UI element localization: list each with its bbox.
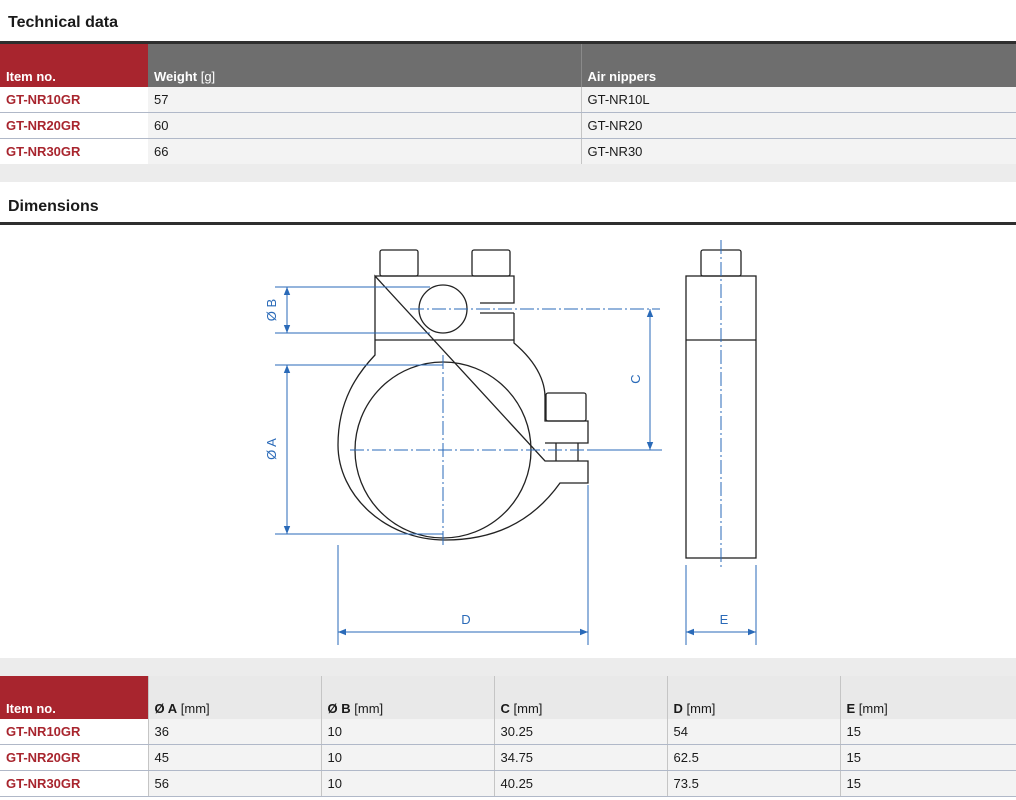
dia-b-cell: 10: [320, 744, 494, 771]
header-weight-label: Weight: [154, 69, 198, 84]
header-e: E [mm]: [839, 676, 1016, 719]
table-row: GT-NR10GR 57 GT-NR10L: [0, 87, 1016, 113]
technical-header-row: Item no. Weight [g] Air nippers: [0, 44, 1016, 87]
nippers-cell: GT-NR10L: [580, 87, 1016, 113]
dimensions-table: Item no. Ø A [mm] Ø B [mm] C [mm] D [mm]…: [0, 676, 1016, 797]
header-weight: Weight [g]: [148, 44, 581, 87]
table-row: GT-NR10GR 36 10 30.25 54 15: [0, 719, 1016, 745]
dimensions-header-row: Item no. Ø A [mm] Ø B [mm] C [mm] D [mm]…: [0, 676, 1016, 719]
e-cell: 15: [839, 744, 1016, 771]
item-no-cell: GT-NR20GR: [0, 112, 148, 139]
nippers-cell: GT-NR20: [580, 112, 1016, 139]
header-d-label: D: [673, 701, 683, 716]
dia-b-cell: 10: [320, 719, 494, 745]
header-unit: [mm]: [354, 701, 384, 716]
weight-cell: 57: [148, 87, 581, 113]
item-no-cell: GT-NR10GR: [0, 87, 148, 113]
clamp-front-view: [337, 249, 589, 541]
c-cell: 30.25: [493, 719, 667, 745]
front-screw-head-left: [379, 249, 419, 277]
clamp-body-outline: [337, 274, 589, 541]
header-unit: [mm]: [180, 701, 210, 716]
header-item-no: Item no.: [0, 44, 148, 87]
center-lines: [350, 240, 722, 570]
header-air-nippers: Air nippers: [580, 44, 1016, 87]
nippers-cell: GT-NR30: [580, 138, 1016, 165]
dia-a-cell: 45: [147, 744, 321, 771]
front-screw-head-right: [471, 249, 511, 277]
dia-a-cell: 36: [147, 719, 321, 745]
header-d: D [mm]: [666, 676, 840, 719]
e-cell: 15: [839, 719, 1016, 745]
label-a: Ø A: [264, 438, 279, 460]
header-unit: [mm]: [686, 701, 716, 716]
item-no-cell: GT-NR10GR: [0, 719, 148, 745]
item-no-cell: GT-NR30GR: [0, 138, 148, 165]
side-screw-head: [545, 392, 587, 422]
dia-b-cell: 10: [320, 770, 494, 797]
item-no-cell: GT-NR20GR: [0, 744, 148, 771]
header-unit: [mm]: [858, 701, 888, 716]
d-cell: 73.5: [666, 770, 840, 797]
d-cell: 62.5: [666, 744, 840, 771]
label-b: Ø B: [264, 299, 279, 321]
weight-cell: 66: [148, 138, 581, 165]
header-dia-a-label: Ø A: [154, 701, 178, 716]
header-item-no: Item no.: [0, 676, 148, 719]
header-c-label: C: [500, 701, 510, 716]
item-no-cell: GT-NR30GR: [0, 770, 148, 797]
e-cell: 15: [839, 770, 1016, 797]
dimension-drawing: Ø B Ø A C D E: [264, 240, 757, 645]
d-cell: 54: [666, 719, 840, 745]
dimension-labels: Ø B Ø A C D E: [264, 299, 729, 627]
table-row: GT-NR20GR 60 GT-NR20: [0, 112, 1016, 139]
technical-data-table: Item no. Weight [g] Air nippers GT-NR10G…: [0, 44, 1016, 165]
weight-cell: 60: [148, 112, 581, 139]
header-dia-b-label: Ø B: [327, 701, 351, 716]
c-cell: 34.75: [493, 744, 667, 771]
c-cell: 40.25: [493, 770, 667, 797]
label-e: E: [720, 612, 729, 627]
header-c: C [mm]: [493, 676, 667, 719]
label-d: D: [461, 612, 470, 627]
header-weight-unit: [g]: [200, 69, 216, 84]
table-row: GT-NR20GR 45 10 34.75 62.5 15: [0, 744, 1016, 771]
header-dia-b: Ø B [mm]: [320, 676, 494, 719]
label-c: C: [628, 374, 643, 383]
dimensions-title: Dimensions: [8, 198, 99, 215]
table-row: GT-NR30GR 66 GT-NR30: [0, 138, 1016, 165]
table-row: GT-NR30GR 56 10 40.25 73.5 15: [0, 770, 1016, 797]
dimension-lines: [275, 286, 757, 645]
header-unit: [mm]: [513, 701, 543, 716]
dia-a-cell: 56: [147, 770, 321, 797]
technical-data-title: Technical data: [8, 14, 118, 31]
header-e-label: E: [846, 701, 856, 716]
dimensions-gap-strip: [0, 658, 1016, 676]
header-dia-a: Ø A [mm]: [147, 676, 321, 719]
technical-footer-strip: [0, 164, 1016, 182]
